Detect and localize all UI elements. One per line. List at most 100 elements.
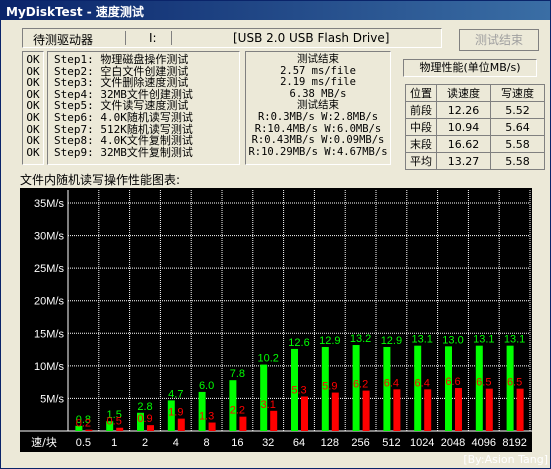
position-cell: 前段: [405, 101, 437, 119]
x-tick-label: 16: [231, 437, 243, 449]
read-data-label: 12.9: [319, 335, 340, 347]
read-data-label: 12.6: [288, 337, 309, 349]
write-bar: [85, 429, 93, 431]
table-row: 平均 13.27 5.58: [405, 152, 545, 170]
chart-heading: 文件内随机读写操作性能图表:: [20, 173, 181, 187]
step-item: Step9: 32MB文件复制测试: [54, 145, 193, 159]
x-tick-label: 64: [293, 437, 305, 449]
read-data-label: 13.1: [504, 334, 525, 346]
results-list: 测试结束 2.57 ms/file 2.19 ms/file 6.38 MB/s…: [245, 51, 391, 165]
step-item: Step6: 4.0K随机读写测试: [54, 110, 193, 124]
performance-chart: 5M/s 10M/s 15M/s 20M/s 25M/s 30M/s 35M/s 速/块 0.5…: [20, 188, 532, 452]
write-bar: [424, 389, 432, 431]
column-header: 写速度: [490, 84, 545, 102]
write-cell: 5.58: [490, 135, 545, 153]
result-item: R:0.43MB/s W:0.09MB/s: [251, 134, 385, 147]
y-tick-label: 10M/s: [34, 361, 64, 373]
x-tick-label: 32: [262, 437, 274, 449]
write-bar: [455, 388, 462, 431]
write-bar: [516, 388, 524, 431]
x-tick-label: 8: [204, 437, 210, 449]
write-cell: 5.52: [490, 101, 545, 119]
write-data-label: 6.5: [507, 377, 522, 389]
position-cell: 末段: [405, 135, 437, 153]
write-bar: [147, 425, 154, 431]
read-data-label: 6.0: [199, 380, 214, 392]
write-cell: 5.58: [490, 152, 545, 170]
write-bar: [393, 389, 401, 431]
x-tick-label: 1024: [410, 437, 434, 449]
write-data-label: 6.5: [476, 377, 491, 389]
read-data-label: 2.8: [137, 401, 152, 413]
write-bar: [116, 427, 124, 431]
x-tick-label: 2048: [441, 437, 465, 449]
write-bar: [362, 390, 370, 431]
table-row: 中段 10.94 5.64: [405, 118, 545, 136]
steps-list: Step1: 物理磁盘操作测试 Step2: 空白文件创建测试 Step3: 文…: [47, 51, 240, 165]
write-data-label: 0.5: [107, 416, 122, 428]
write-data-label: 6.4: [415, 377, 430, 389]
credit-label: [By:Asion Tang]: [463, 453, 548, 466]
app-window: MyDiskTest - 速度测试 待测驱动器 I: [USB 2.0 USB …: [0, 0, 551, 469]
step-item: Step8: 4.0K文件复制测试: [54, 134, 193, 148]
read-data-label: 13.0: [442, 334, 463, 346]
chart-svg: 5M/s 10M/s 15M/s 20M/s 25M/s 30M/s 35M/s 速/块 0.5…: [20, 190, 532, 449]
write-bar: [270, 410, 278, 431]
result-item: R:0.3MB/s W:2.8MB/s: [257, 110, 379, 123]
step-item: Step1: 物理磁盘操作测试: [54, 53, 189, 66]
write-bar: [301, 396, 308, 431]
read-data-label: 10.2: [257, 353, 278, 365]
column-header: 位置: [405, 84, 437, 102]
performance-title: 物理性能(单位MB/s): [403, 59, 537, 77]
write-data-label: 0.9: [137, 413, 152, 425]
status-column: OK OK OK OK OK OK OK OK OK: [22, 51, 44, 165]
read-data-label: 7.8: [230, 368, 245, 380]
table-row: 末段 16.62 5.58: [405, 135, 545, 153]
title-bar[interactable]: MyDiskTest - 速度测试: [1, 1, 550, 20]
write-data-label: 6.2: [353, 379, 368, 391]
read-data-label: 4.7: [168, 388, 183, 400]
x-tick-label: 2: [142, 437, 148, 449]
y-tick-label: 20M/s: [34, 296, 64, 308]
status-ok: OK: [26, 134, 40, 148]
x-tick-label: 4096: [472, 437, 496, 449]
read-data-label: 13.1: [411, 334, 432, 346]
result-item: R:10.29MB/s W:4.67MB/s: [248, 145, 388, 158]
status-ok: OK: [26, 110, 40, 124]
read-data-label: 12.9: [381, 335, 402, 347]
drive-separator: [125, 31, 126, 45]
write-data-label: 2.2: [230, 405, 245, 417]
status-ok: OK: [26, 145, 40, 159]
write-bar: [485, 388, 493, 431]
y-tick-label: 15M/s: [34, 328, 64, 340]
write-bar: [177, 418, 185, 431]
write-cell: 5.64: [490, 118, 545, 136]
y-tick-label: 35M/s: [34, 198, 64, 210]
performance-table: 位置 读速度 写速度 前段 12.26 5.52 中段 10.94 5.64 末…: [405, 84, 545, 170]
write-data-label: 1.3: [199, 411, 214, 423]
stop-test-button[interactable]: 测试结束: [459, 29, 539, 51]
write-data-label: 6.6: [445, 376, 460, 388]
write-data-label: 6.4: [384, 377, 399, 389]
corner-label: 速/块: [31, 436, 57, 449]
drive-bar: 待测驱动器 I: [USB 2.0 USB Flash Drive]: [22, 28, 442, 48]
write-bar: [208, 422, 216, 431]
x-tick-label: 4: [173, 437, 179, 449]
drive-name[interactable]: [USB 2.0 USB Flash Drive]: [233, 31, 389, 45]
window-title: MyDiskTest - 速度测试: [6, 5, 144, 19]
y-tick-label: 25M/s: [34, 263, 64, 275]
x-tick-label: 128: [321, 437, 339, 449]
write-bar: [239, 416, 247, 431]
read-bar: [260, 364, 268, 431]
result-item: 测试结束: [297, 53, 339, 65]
x-tick-label: 0.5: [76, 437, 91, 449]
drive-separator-2: [171, 31, 172, 45]
write-data-label: 1.9: [168, 407, 183, 419]
x-tick-label: 8192: [502, 437, 526, 449]
write-data-label: 5.9: [322, 381, 337, 393]
table-row: 前段 12.26 5.52: [405, 101, 545, 119]
position-cell: 平均: [405, 152, 437, 170]
write-data-label: 0.2: [76, 418, 91, 430]
drive-letter[interactable]: I:: [149, 31, 157, 45]
read-data-label: 13.2: [350, 333, 371, 345]
